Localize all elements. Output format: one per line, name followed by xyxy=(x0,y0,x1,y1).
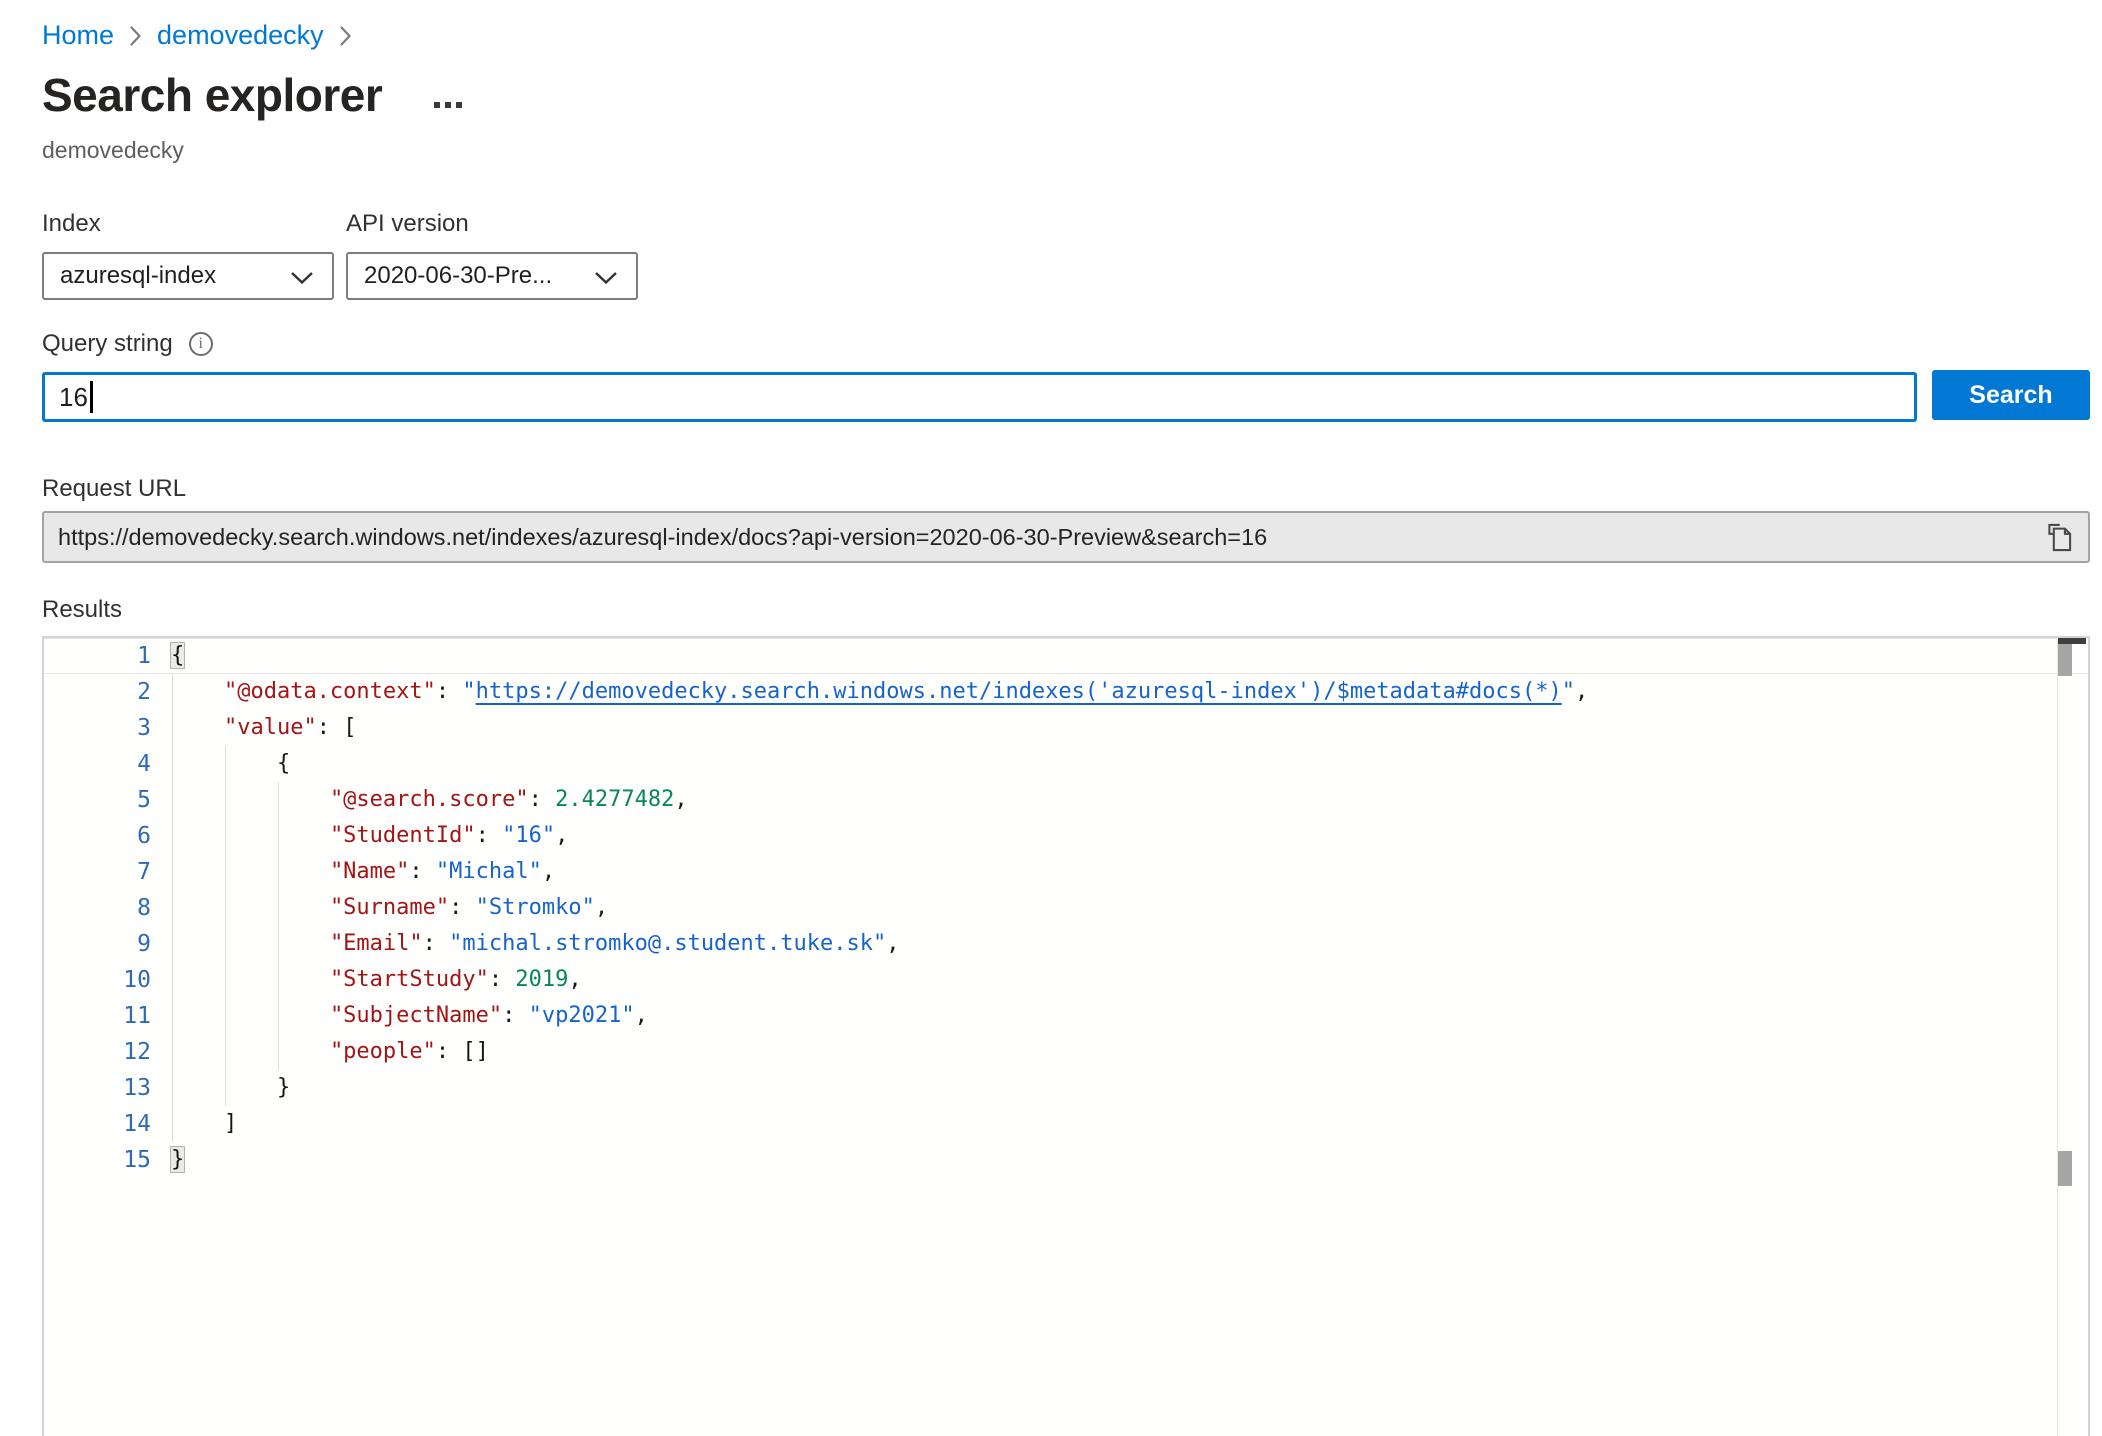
line-number: 12 xyxy=(44,1034,171,1070)
results-json-editor[interactable]: 1{2"@odata.context": "https://demovedeck… xyxy=(42,636,2090,1436)
line-number: 14 xyxy=(44,1106,171,1142)
line-number: 3 xyxy=(44,710,171,746)
code-content: } xyxy=(171,1070,290,1106)
code-content: ] xyxy=(171,1106,237,1142)
breadcrumb-home-link[interactable]: Home xyxy=(42,20,114,51)
indent-guide xyxy=(172,674,173,1142)
results-code-lines: 1{2"@odata.context": "https://demovedeck… xyxy=(44,638,2088,1178)
breadcrumb: Home demovedecky xyxy=(42,20,352,51)
scrollbar-bracket-marker xyxy=(2058,1151,2072,1186)
code-line: 5"@search.score": 2.4277482, xyxy=(44,782,2088,818)
text-cursor xyxy=(90,381,93,413)
code-content: { xyxy=(171,746,290,782)
query-string-label: Query string xyxy=(42,330,173,358)
ellipsis-icon[interactable] xyxy=(430,98,466,112)
code-line: 14] xyxy=(44,1106,2088,1142)
chevron-right-icon xyxy=(129,25,142,47)
code-content: "StudentId": "16", xyxy=(171,818,568,854)
code-line: 13} xyxy=(44,1070,2088,1106)
code-content: "Surname": "Stromko", xyxy=(171,890,608,926)
line-number: 8 xyxy=(44,890,171,926)
copy-icon[interactable] xyxy=(2042,522,2076,556)
code-line: 12"people": [] xyxy=(44,1034,2088,1070)
code-content: "@odata.context": "https://demovedecky.s… xyxy=(171,674,1588,710)
code-content: "SubjectName": "vp2021", xyxy=(171,998,648,1034)
code-content: } xyxy=(171,1142,184,1178)
code-content: "value": [ xyxy=(171,710,356,746)
code-line: 1{ xyxy=(44,638,2088,674)
request-url-label: Request URL xyxy=(42,475,186,503)
line-number: 4 xyxy=(44,746,171,782)
code-content: { xyxy=(171,638,184,674)
code-line: 3"value": [ xyxy=(44,710,2088,746)
code-line: 10"StartStudy": 2019, xyxy=(44,962,2088,998)
chevron-down-icon xyxy=(594,264,618,292)
chevron-right-icon xyxy=(339,25,352,47)
search-explorer-blade: Home demovedecky Search explorer demoved… xyxy=(0,0,2102,1436)
results-label: Results xyxy=(42,596,122,624)
index-select[interactable]: azuresql-index xyxy=(42,252,334,300)
line-number: 5 xyxy=(44,782,171,818)
info-icon[interactable]: i xyxy=(189,332,213,356)
code-content: "@search.score": 2.4277482, xyxy=(171,782,688,818)
indent-guide xyxy=(278,782,279,1070)
search-button[interactable]: Search xyxy=(1932,370,2090,420)
code-line: 15} xyxy=(44,1142,2088,1178)
code-line: 4{ xyxy=(44,746,2088,782)
chevron-down-icon xyxy=(290,264,314,292)
page-subtitle: demovedecky xyxy=(42,137,184,164)
code-line: 2"@odata.context": "https://demovedecky.… xyxy=(44,674,2088,710)
line-number: 13 xyxy=(44,1070,171,1106)
api-version-select-value: 2020-06-30-Pre... xyxy=(364,262,552,290)
code-line: 6"StudentId": "16", xyxy=(44,818,2088,854)
query-string-input[interactable]: 16 xyxy=(42,372,1917,422)
api-version-select[interactable]: 2020-06-30-Pre... xyxy=(346,252,638,300)
code-content: "people": [] xyxy=(171,1034,489,1070)
code-content: "Email": "michal.stromko@.student.tuke.s… xyxy=(171,926,900,962)
index-label: Index xyxy=(42,210,101,238)
code-line: 8"Surname": "Stromko", xyxy=(44,890,2088,926)
line-number: 6 xyxy=(44,818,171,854)
query-string-value: 16 xyxy=(59,382,88,413)
line-number: 9 xyxy=(44,926,171,962)
line-number: 2 xyxy=(44,674,171,710)
request-url-value: https://demovedecky.search.windows.net/i… xyxy=(58,524,1267,551)
index-select-value: azuresql-index xyxy=(60,262,216,290)
request-url-field: https://demovedecky.search.windows.net/i… xyxy=(42,511,2090,563)
scrollbar-bracket-marker xyxy=(2058,644,2072,676)
indent-guide xyxy=(225,746,226,1106)
code-content: "Name": "Michal", xyxy=(171,854,555,890)
breadcrumb-service-link[interactable]: demovedecky xyxy=(157,20,324,51)
line-number: 15 xyxy=(44,1142,171,1178)
line-number: 10 xyxy=(44,962,171,998)
line-number: 11 xyxy=(44,998,171,1034)
code-line: 9"Email": "michal.stromko@.student.tuke.… xyxy=(44,926,2088,962)
code-line: 7"Name": "Michal", xyxy=(44,854,2088,890)
editor-scrollbar[interactable] xyxy=(2057,638,2086,1436)
api-version-label: API version xyxy=(346,210,469,238)
page-title: Search explorer xyxy=(42,68,382,122)
line-number: 7 xyxy=(44,854,171,890)
code-line: 11"SubjectName": "vp2021", xyxy=(44,998,2088,1034)
code-content: "StartStudy": 2019, xyxy=(171,962,582,998)
line-number: 1 xyxy=(44,638,171,674)
